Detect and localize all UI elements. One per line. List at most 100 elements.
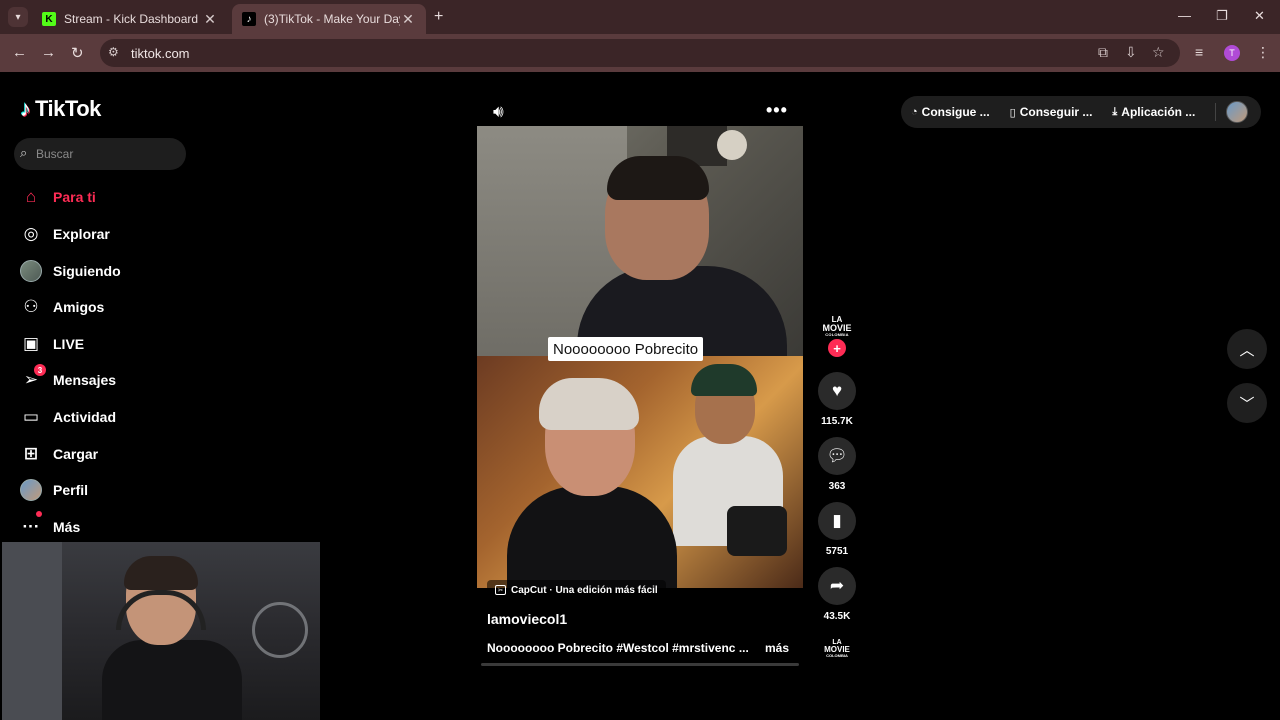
address-bar[interactable]: ⚙ tiktok.com ⧉ ⇩ ☆ <box>100 39 1180 67</box>
bookmark-star-icon[interactable]: ☆ <box>1152 44 1165 61</box>
comment-button[interactable]: 💬︎ <box>818 437 856 475</box>
like-count: 115.7K <box>821 416 853 427</box>
capcut-label: CapCut · Una edición más fácil <box>511 584 658 596</box>
more-options-icon[interactable]: ••• <box>766 100 788 121</box>
compass-icon: ◎ <box>23 224 39 243</box>
share-arrow-icon: ➦ <box>829 576 845 595</box>
video-description: Noooooooo Pobrecito #Westcol #mrstivenc … <box>487 641 749 655</box>
tiktok-note-icon: ♪ <box>20 96 31 121</box>
share-button[interactable]: ➦ <box>818 567 856 605</box>
tiktok-logo[interactable]: ♪ TikTok <box>20 96 101 122</box>
sidebar-item-actividad[interactable]: ▭ Actividad <box>20 405 116 429</box>
tab-kick-dashboard[interactable]: K Stream - Kick Dashboard ✕ <box>32 4 228 34</box>
like-button[interactable]: ♥ <box>818 372 856 410</box>
close-icon[interactable]: ✕ <box>400 11 416 28</box>
profile-avatar <box>20 479 42 501</box>
site-info-icon[interactable]: ⚙ <box>108 45 119 59</box>
translate-icon[interactable]: ⧉ <box>1098 44 1108 61</box>
get-app-button[interactable]: ▯ Conseguir ... <box>1010 105 1093 119</box>
top-action-bar: ◔ Consigue ... ▯ Conseguir ... ⤓ Aplicación… <box>901 96 1261 128</box>
music-disc[interactable]: LA MOVIE COLOMBIA <box>817 637 857 659</box>
coin-icon: ◔ <box>911 106 918 118</box>
new-tab-button[interactable]: + <box>434 8 443 26</box>
sidebar-item-label: Amigos <box>53 299 105 315</box>
sidebar-item-perfil[interactable]: Perfil <box>20 478 88 502</box>
more-description-button[interactable]: más <box>765 641 789 655</box>
sidebar-item-label: Perfil <box>53 482 89 498</box>
reload-button[interactable]: ↻ <box>71 44 84 62</box>
chevron-down-icon: ﹀ <box>1239 395 1255 413</box>
back-button[interactable]: ← <box>12 44 27 61</box>
sidebar-item-explorar[interactable]: ◎ Explorar <box>20 222 110 246</box>
browser-toolbar: ← → ↻ ⚙ tiktok.com ⧉ ⇩ ☆ ≡ ⋮ <box>0 34 1280 72</box>
search-box[interactable]: ⌕ Buscar <box>14 138 186 170</box>
phone-icon: ▯ <box>1009 106 1016 119</box>
follow-button[interactable]: + <box>828 339 846 357</box>
user-avatar[interactable] <box>1226 101 1249 123</box>
sidebar-item-amigos[interactable]: ⚇ Amigos <box>20 295 104 319</box>
url-text: tiktok.com <box>131 46 190 61</box>
tb-label: Aplicación ... <box>1121 105 1196 119</box>
sidebar-item-live[interactable]: ▣ LIVE <box>20 332 84 356</box>
video-caption-overlay: Noooooooo Pobrecito <box>548 337 704 361</box>
sidebar-item-siguiendo[interactable]: Siguiendo <box>20 259 121 283</box>
browser-profile-avatar[interactable]: T <box>1224 45 1240 61</box>
video-progress-bar[interactable] <box>481 663 799 666</box>
tab-tiktok[interactable]: ♪ (3)TikTok - Make Your Day ✕ <box>232 4 426 34</box>
sidebar-item-label: Cargar <box>53 446 99 462</box>
divider <box>1215 103 1217 121</box>
save-button[interactable]: ▮ <box>818 502 856 540</box>
maximize-button[interactable]: ❐ <box>1216 8 1228 24</box>
volume-icon[interactable]: 🔊︎ <box>493 102 504 122</box>
messages-badge: 3 <box>34 364 46 376</box>
capcut-badge[interactable]: ✂ CapCut · Una edición más fácil <box>487 580 666 600</box>
reading-list-icon[interactable]: ≡ <box>1195 44 1203 60</box>
comment-icon: 💬︎ <box>826 446 848 465</box>
next-video-button[interactable]: ﹀ <box>1227 383 1267 423</box>
desktop-app-button[interactable]: ⤓ Aplicación ... <box>1112 105 1195 119</box>
notification-dot <box>36 511 42 517</box>
tab-title: Stream - Kick Dashboard <box>64 12 199 26</box>
tab-title: (3)TikTok - Make Your Day <box>264 12 400 26</box>
kick-icon: K <box>42 12 56 26</box>
live-tv-icon: ▣ <box>22 334 40 353</box>
share-count: 43.5K <box>823 611 851 622</box>
sidebar-item-mas[interactable]: ··· Más <box>20 511 80 539</box>
sidebar-item-label: Explorar <box>53 226 110 242</box>
video-username[interactable]: lamoviecol1 <box>487 611 567 627</box>
chevron-down-icon: ▾ <box>15 11 21 23</box>
video-frame-bottom[interactable] <box>477 356 803 588</box>
sidebar-item-label: Siguiendo <box>53 263 121 279</box>
sidebar-item-cargar[interactable]: ⊞ Cargar <box>20 442 98 466</box>
search-icon: ⌕ <box>20 145 28 160</box>
creator-logo-line: COLOMBIA <box>825 331 849 337</box>
sidebar-item-mensajes[interactable]: ➢ 3 Mensajes <box>20 364 117 392</box>
friends-icon: ⚇ <box>23 297 39 316</box>
capcut-icon: ✂ <box>495 585 506 595</box>
creator-avatar[interactable]: LA MOVIE COLOMBIA <box>817 313 857 339</box>
music-logo-line: COLOMBIA <box>826 652 848 658</box>
tb-label: Consigue ... <box>921 105 990 119</box>
tiktok-icon: ♪ <box>242 12 256 26</box>
forward-button[interactable]: → <box>41 44 56 61</box>
home-icon: ⌂ <box>25 187 37 206</box>
webcam-overlay <box>2 542 320 720</box>
close-icon[interactable]: ✕ <box>202 11 218 28</box>
upload-plus-icon: ⊞ <box>23 444 39 463</box>
sidebar-item-label: Para ti <box>53 189 96 205</box>
video-frame-top[interactable] <box>477 126 803 356</box>
heart-icon: ♥ <box>831 381 843 400</box>
menu-dots-icon[interactable]: ⋮ <box>1256 44 1270 61</box>
comment-count: 363 <box>828 481 846 492</box>
download-icon: ⤓ <box>1112 105 1118 118</box>
get-coins-button[interactable]: ◔ Consigue ... <box>911 105 990 119</box>
tab-search-button[interactable]: ▾ <box>8 7 28 27</box>
minimize-button[interactable]: — <box>1178 8 1191 23</box>
sidebar-item-label: Mensajes <box>53 372 117 388</box>
window-close-button[interactable]: ✕ <box>1254 8 1265 24</box>
sidebar-item-para-ti[interactable]: ⌂ Para ti <box>20 185 96 209</box>
install-app-icon[interactable]: ⇩ <box>1125 44 1137 61</box>
previous-video-button[interactable]: ︿ <box>1227 329 1267 369</box>
search-input[interactable]: Buscar <box>36 147 73 161</box>
chevron-up-icon: ︿ <box>1239 341 1255 359</box>
